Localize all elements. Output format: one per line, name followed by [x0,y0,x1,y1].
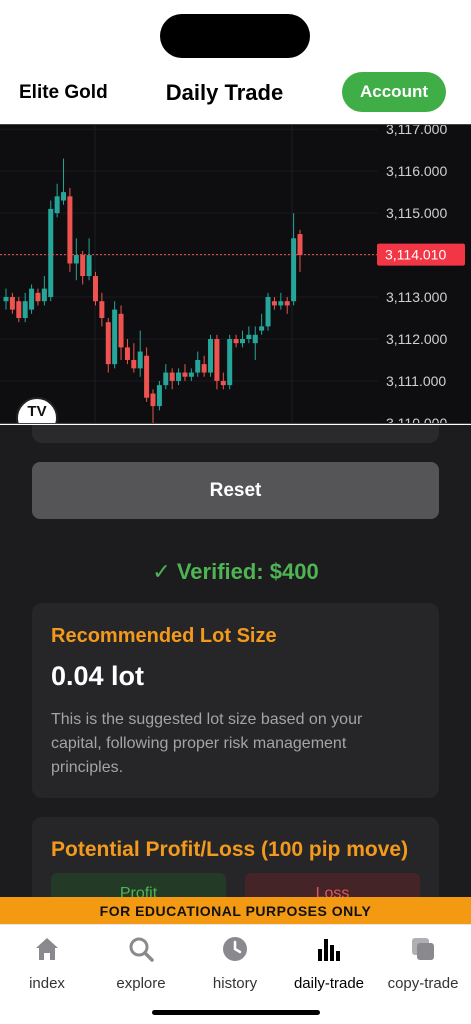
capital-input[interactable] [32,425,439,443]
search-icon [129,937,154,962]
bottom-tab-bar: index explore history daily-trade copy-t… [0,924,471,1024]
reset-button[interactable]: Reset [32,462,439,519]
tab-label-index: index [29,975,65,992]
candlestick-chart: 3,117.0003,116.0003,115.0003,114.0003,11… [0,125,465,424]
tab-label-daily-trade: daily-trade [293,975,365,992]
candle-body-36 [233,338,239,344]
account-button[interactable]: Account [342,72,446,112]
home-indicator [152,1010,320,1015]
candle-body-41 [265,297,271,327]
verified-status: ✓ Verified: $400 [152,559,319,584]
candle-body-12 [80,255,86,277]
tab-explore[interactable]: explore [94,933,188,993]
candle-body-35 [227,338,233,386]
tab-label-explore: explore [116,975,166,992]
candle-body-0 [3,297,9,302]
tab-label-copy-trade: copy-trade [387,975,459,992]
candle-body-30 [195,359,201,373]
candle-body-9 [61,192,67,201]
profit-loss-card: Potential Profit/Loss (100 pip move) Pro… [32,817,439,897]
calculator-panel: Reset ✓ Verified: $400 Recommended Lot S… [0,425,471,897]
recommended-lot-card: Recommended Lot Size 0.04 lot This is th… [32,603,439,798]
candle-body-27 [176,372,182,381]
candle-body-26 [169,372,175,381]
candle-body-20 [131,359,137,369]
tab-index[interactable]: index [0,933,94,993]
tab-daily-trade[interactable]: daily-trade [282,933,376,993]
bar-chart-icon [318,939,340,961]
y-tick-label-6: 3,111.000 [386,373,446,389]
candle-body-46 [297,234,303,256]
pnl-card-title: Potential Profit/Loss (100 pip move) [51,838,409,861]
candle-body-1 [9,297,15,310]
lot-description: This is the suggested lot size based on … [51,711,363,776]
app-header: Elite Gold Daily Trade Account [0,64,471,122]
tab-label-history: history [212,975,258,992]
candle-body-2 [16,301,22,319]
candle-body-38 [246,334,252,339]
candle-body-37 [239,338,245,344]
candle-body-25 [163,372,169,386]
y-tick-label-2: 3,115.000 [386,205,447,221]
copy-icon [412,938,434,960]
educational-banner: FOR EDUCATIONAL PURPOSES ONLY [0,897,471,924]
profit-box: Profit [51,873,226,897]
candle-body-44 [284,301,290,306]
candle-body-18 [118,313,124,348]
candle-body-17 [112,309,118,365]
candle-body-16 [105,322,111,365]
candle-body-32 [208,338,214,373]
candle-body-8 [54,196,60,214]
candle-body-45 [291,238,297,302]
candle-body-5 [35,292,41,302]
candle-body-40 [259,326,265,331]
candle-body-6 [41,288,47,302]
candle-body-4 [29,288,35,310]
candle-body-3 [22,301,28,319]
candle-body-11 [73,255,79,264]
candle-body-13 [86,255,92,277]
candle-body-10 [67,196,73,264]
tab-history[interactable]: history [188,933,282,993]
y-tick-label-0: 3,117.000 [386,125,447,137]
candle-body-42 [271,301,277,306]
candle-body-22 [144,355,150,398]
tab-copy-trade[interactable]: copy-trade [376,933,470,993]
candle-body-15 [99,301,105,319]
candle-body-24 [156,385,162,407]
y-tick-label-5: 3,112.000 [386,331,447,347]
lot-card-title: Recommended Lot Size [51,625,277,647]
y-tick-label-7: 3,110.000 [386,415,447,424]
price-chart[interactable]: 3,117.0003,116.0003,115.0003,114.0003,11… [0,124,471,424]
lot-size-value: 0.04 lot [51,661,145,691]
candle-body-23 [150,393,156,407]
clock-icon [223,937,247,961]
loss-box: Loss [245,873,420,897]
candle-body-33 [214,338,220,381]
y-tick-label-4: 3,113.000 [386,289,447,305]
candle-body-19 [124,347,130,360]
candle-body-14 [92,276,98,302]
candle-body-21 [137,351,143,369]
candle-body-7 [48,208,54,298]
candle-body-34 [220,380,226,386]
y-tick-label-1: 3,116.000 [386,163,447,179]
candle-body-39 [252,334,258,344]
home-icon [36,938,58,960]
candle-body-43 [278,301,284,306]
current-price-label: 3,114.010 [385,247,446,263]
dynamic-island [160,14,310,58]
candle-body-28 [182,372,188,377]
candle-body-31 [201,364,207,373]
candle-body-29 [188,372,194,377]
